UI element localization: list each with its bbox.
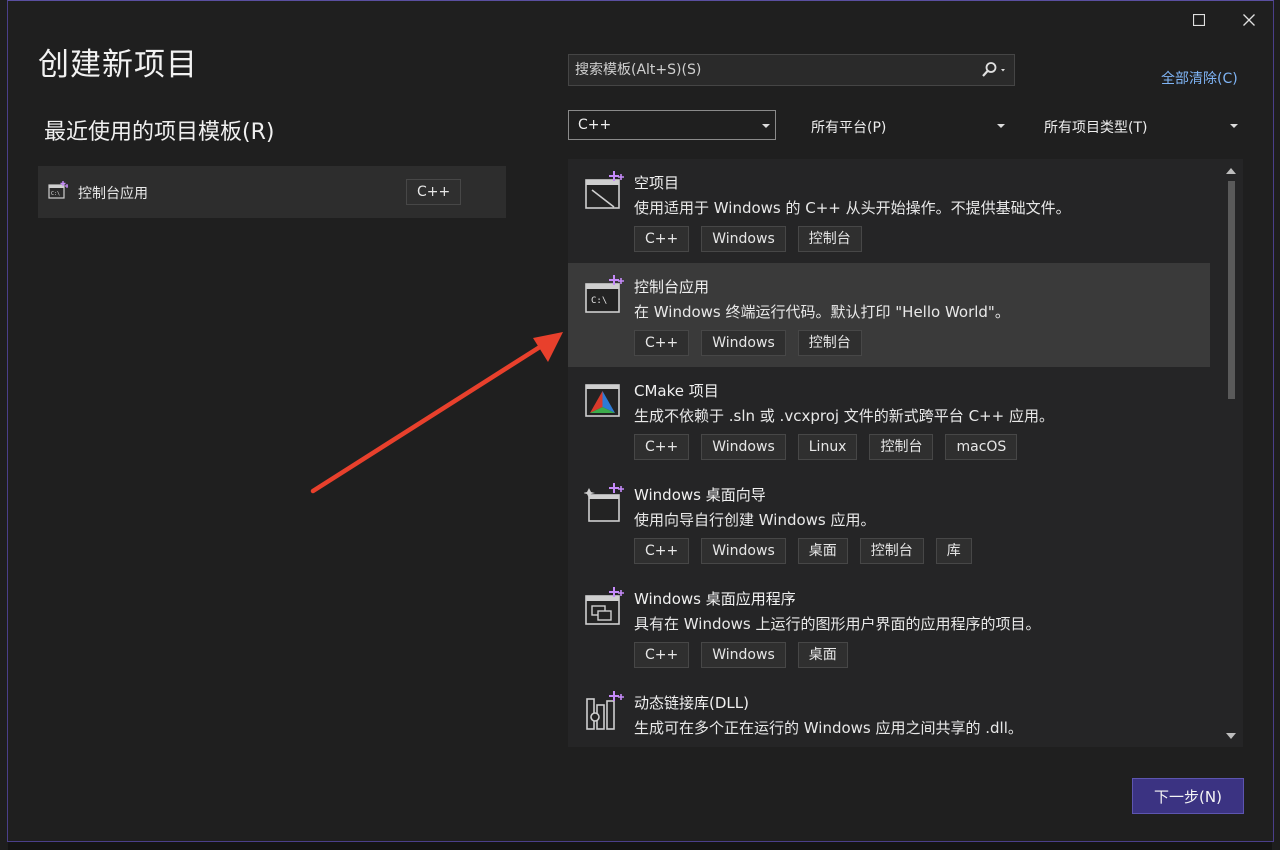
- clear-all-link[interactable]: 全部清除(C): [1161, 68, 1238, 88]
- template-description: 使用向导自行创建 Windows 应用。: [634, 511, 876, 529]
- template-tags: C++ Windows 桌面 控制台 库: [634, 538, 972, 564]
- dialog-title: 创建新项目: [38, 47, 198, 83]
- template-tag: Windows: [701, 642, 786, 668]
- template-tag: 控制台: [859, 538, 924, 564]
- template-tag: C++: [634, 538, 690, 564]
- template-description: 在 Windows 终端运行代码。默认打印 "Hello World"。: [634, 303, 1010, 321]
- language-filter-value: C++: [578, 117, 612, 133]
- template-search-box[interactable]: [568, 54, 1015, 86]
- template-name: Windows 桌面应用程序: [634, 590, 796, 608]
- template-tag: C++: [634, 226, 690, 252]
- template-tag: Windows: [701, 226, 786, 252]
- dll-icon: [584, 691, 624, 735]
- desktop-wizard-icon: [583, 483, 624, 527]
- recent-templates-heading: 最近使用的项目模板(R): [44, 120, 275, 145]
- template-name: Windows 桌面向导: [634, 486, 766, 504]
- template-tag: C++: [634, 642, 690, 668]
- template-tag: 桌面: [797, 538, 848, 564]
- maximize-button[interactable]: [1176, 1, 1222, 39]
- create-project-dialog: 创建新项目 最近使用的项目模板(R) C:\ 控制台应用 C++ 全部清除(C): [7, 0, 1274, 842]
- project-type-filter-value: 所有项目类型(T): [1044, 120, 1148, 136]
- recent-template-label: 控制台应用: [78, 186, 148, 202]
- template-name: 控制台应用: [634, 278, 710, 296]
- template-tag: Linux: [797, 434, 858, 460]
- svg-text:C:\: C:\: [591, 296, 607, 306]
- template-item-cmake-project[interactable]: CMake 项目 生成不依赖于 .sln 或 .vcxproj 文件的新式跨平台…: [568, 367, 1210, 471]
- recent-template-item[interactable]: C:\ 控制台应用 C++: [38, 166, 506, 218]
- template-name: 动态链接库(DLL): [634, 694, 749, 712]
- template-tags: C++ Windows 控制台: [634, 330, 862, 356]
- template-tag: 库: [935, 538, 972, 564]
- template-tag: Windows: [701, 538, 786, 564]
- next-button[interactable]: 下一步(N): [1132, 778, 1244, 814]
- search-icon[interactable]: [980, 61, 1010, 83]
- chevron-down-icon: [997, 124, 1005, 128]
- scrollbar-thumb[interactable]: [1228, 181, 1235, 399]
- template-tag: Windows: [701, 434, 786, 460]
- template-tags: C++ Windows 控制台: [634, 226, 862, 252]
- platform-filter-value: 所有平台(P): [811, 120, 887, 136]
- scroll-down-icon[interactable]: [1226, 733, 1236, 739]
- template-tags: C++ Windows Linux 控制台 macOS: [634, 434, 1018, 460]
- template-list: 空项目 使用适用于 Windows 的 C++ 从头开始操作。不提供基础文件。 …: [568, 159, 1243, 747]
- desktop-app-icon: [584, 587, 624, 631]
- template-tag: 控制台: [869, 434, 934, 460]
- close-icon: [1243, 14, 1255, 26]
- template-item-desktop-wizard[interactable]: Windows 桌面向导 使用向导自行创建 Windows 应用。 C++ Wi…: [568, 471, 1210, 575]
- svg-text:C:\: C:\: [51, 191, 60, 197]
- chevron-down-icon: [762, 124, 770, 128]
- empty-project-icon: [584, 171, 624, 215]
- template-tag: 桌面: [797, 642, 848, 668]
- template-item-dll[interactable]: 动态链接库(DLL) 生成可在多个正在运行的 Windows 应用之间共享的 .…: [568, 679, 1210, 747]
- console-app-icon: C:\: [584, 275, 624, 319]
- template-name: 空项目: [634, 174, 680, 192]
- cmake-icon: [584, 379, 624, 423]
- template-tag: Windows: [701, 330, 786, 356]
- template-description: 生成可在多个正在运行的 Windows 应用之间共享的 .dll。: [634, 719, 1023, 737]
- console-app-icon: C:\: [48, 181, 69, 205]
- language-filter-dropdown[interactable]: C++: [568, 110, 776, 140]
- maximize-icon: [1193, 14, 1205, 26]
- platform-filter-dropdown[interactable]: 所有平台(P): [804, 111, 1010, 139]
- template-description: 具有在 Windows 上运行的图形用户界面的应用程序的项目。: [634, 615, 1041, 633]
- scroll-up-icon[interactable]: [1226, 168, 1236, 174]
- template-tag: 控制台: [797, 226, 862, 252]
- template-name: CMake 项目: [634, 382, 719, 400]
- recent-template-tag: C++: [406, 179, 462, 205]
- search-input[interactable]: [575, 59, 965, 81]
- template-list-scrollbar[interactable]: [1220, 159, 1243, 747]
- template-tag: 控制台: [797, 330, 862, 356]
- project-type-filter-dropdown[interactable]: 所有项目类型(T): [1038, 111, 1244, 139]
- template-tag: macOS: [945, 434, 1018, 460]
- template-item-desktop-app[interactable]: Windows 桌面应用程序 具有在 Windows 上运行的图形用户界面的应用…: [568, 575, 1210, 679]
- template-tag: C++: [634, 434, 690, 460]
- template-tag: C++: [634, 330, 690, 356]
- template-tags: C++ Windows 桌面: [634, 642, 848, 668]
- template-item-empty-project[interactable]: 空项目 使用适用于 Windows 的 C++ 从头开始操作。不提供基础文件。 …: [568, 159, 1210, 263]
- template-description: 使用适用于 Windows 的 C++ 从头开始操作。不提供基础文件。: [634, 199, 1071, 217]
- template-description: 生成不依赖于 .sln 或 .vcxproj 文件的新式跨平台 C++ 应用。: [634, 407, 1054, 425]
- template-item-console-app[interactable]: C:\ 控制台应用 在 Windows 终端运行代码。默认打印 "Hello W…: [568, 263, 1210, 367]
- close-button[interactable]: [1226, 1, 1272, 39]
- chevron-down-icon: [1230, 124, 1238, 128]
